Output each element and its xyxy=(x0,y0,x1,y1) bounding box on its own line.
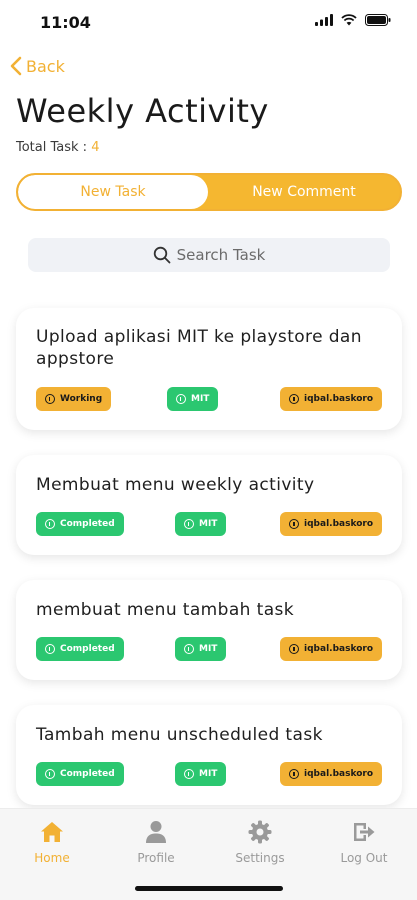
task-card[interactable]: membuat menu tambah task Completed MIT i… xyxy=(16,580,402,680)
task-title: membuat menu tambah task xyxy=(36,600,295,620)
status-badge: Completed xyxy=(36,512,124,536)
info-icon xyxy=(45,519,55,529)
nav-settings[interactable]: Settings xyxy=(210,819,310,865)
nav-label: Profile xyxy=(137,851,175,865)
nav-profile[interactable]: Profile xyxy=(106,819,206,865)
info-icon xyxy=(289,394,300,404)
home-icon xyxy=(41,822,63,842)
nav-home[interactable]: Home xyxy=(2,819,102,865)
wifi-icon xyxy=(341,14,357,26)
assignee-label: iqbal.baskoro xyxy=(304,644,373,654)
total-task-count: 4 xyxy=(91,140,100,155)
chevron-left-icon xyxy=(10,56,22,76)
search-input[interactable]: Search Task xyxy=(28,238,390,272)
search-placeholder: Search Task xyxy=(176,246,266,264)
status-time: 11:04 xyxy=(40,13,91,32)
task-card[interactable]: Tambah menu unscheduled task Completed M… xyxy=(16,705,402,805)
signal-icon xyxy=(315,14,333,26)
status-bar: 11:04 xyxy=(0,0,417,44)
assignee-badge: iqbal.baskoro xyxy=(280,512,382,536)
assignee-badge: iqbal.baskoro xyxy=(280,762,382,786)
segmented-control: New Task New Comment xyxy=(16,173,402,211)
back-button[interactable]: Back xyxy=(10,56,65,76)
status-icons xyxy=(315,14,391,26)
project-badge: MIT xyxy=(175,762,227,786)
info-icon xyxy=(45,769,55,779)
project-badge: MIT xyxy=(167,387,219,411)
nav-label: Log Out xyxy=(340,851,388,865)
task-card[interactable]: Membuat menu weekly activity Completed M… xyxy=(16,455,402,555)
nav-label: Home xyxy=(34,851,70,865)
info-icon xyxy=(184,769,194,779)
project-badge: MIT xyxy=(175,512,227,536)
project-label: MIT xyxy=(199,644,218,654)
info-icon xyxy=(45,644,55,654)
task-title: Upload aplikasi MIT ke playstore dan app… xyxy=(36,327,362,369)
nav-logout[interactable]: Log Out xyxy=(314,819,414,865)
info-icon xyxy=(184,644,194,654)
assignee-badge: iqbal.baskoro xyxy=(280,637,382,661)
status-badge: Completed xyxy=(36,762,124,786)
project-badge: MIT xyxy=(175,637,227,661)
status-label: Completed xyxy=(60,769,115,779)
info-icon xyxy=(176,394,186,404)
status-label: Completed xyxy=(60,519,115,529)
status-badge: Completed xyxy=(36,637,124,661)
info-icon xyxy=(45,394,55,404)
assignee-label: iqbal.baskoro xyxy=(304,519,373,529)
nav-label: Settings xyxy=(235,851,285,865)
assignee-badge: iqbal.baskoro xyxy=(280,387,382,411)
status-label: Working xyxy=(60,394,103,404)
search-icon xyxy=(153,246,171,264)
task-title: Membuat menu weekly activity xyxy=(36,475,315,495)
gear-icon xyxy=(248,820,272,844)
info-icon xyxy=(289,519,300,529)
info-icon xyxy=(289,769,300,779)
info-icon xyxy=(289,644,300,654)
logout-icon xyxy=(354,823,375,841)
project-label: MIT xyxy=(199,769,218,779)
home-indicator[interactable] xyxy=(135,886,283,891)
task-title: Tambah menu unscheduled task xyxy=(36,725,323,745)
task-card[interactable]: Upload aplikasi MIT ke playstore dan app… xyxy=(16,308,402,430)
page-title: Weekly Activity xyxy=(16,92,269,130)
assignee-label: iqbal.baskoro xyxy=(304,769,373,779)
tab-new-task[interactable]: New Task xyxy=(18,175,208,209)
person-icon xyxy=(146,821,166,843)
info-icon xyxy=(184,519,194,529)
status-badge: Working xyxy=(36,387,112,411)
total-task-label: Total Task : xyxy=(16,140,92,155)
total-task: Total Task : 4 xyxy=(16,140,99,155)
assignee-label: iqbal.baskoro xyxy=(304,394,373,404)
project-label: MIT xyxy=(199,519,218,529)
status-label: Completed xyxy=(60,644,115,654)
back-label: Back xyxy=(26,56,65,76)
battery-icon xyxy=(365,14,391,26)
project-label: MIT xyxy=(191,394,210,404)
tab-new-comment[interactable]: New Comment xyxy=(208,175,400,209)
